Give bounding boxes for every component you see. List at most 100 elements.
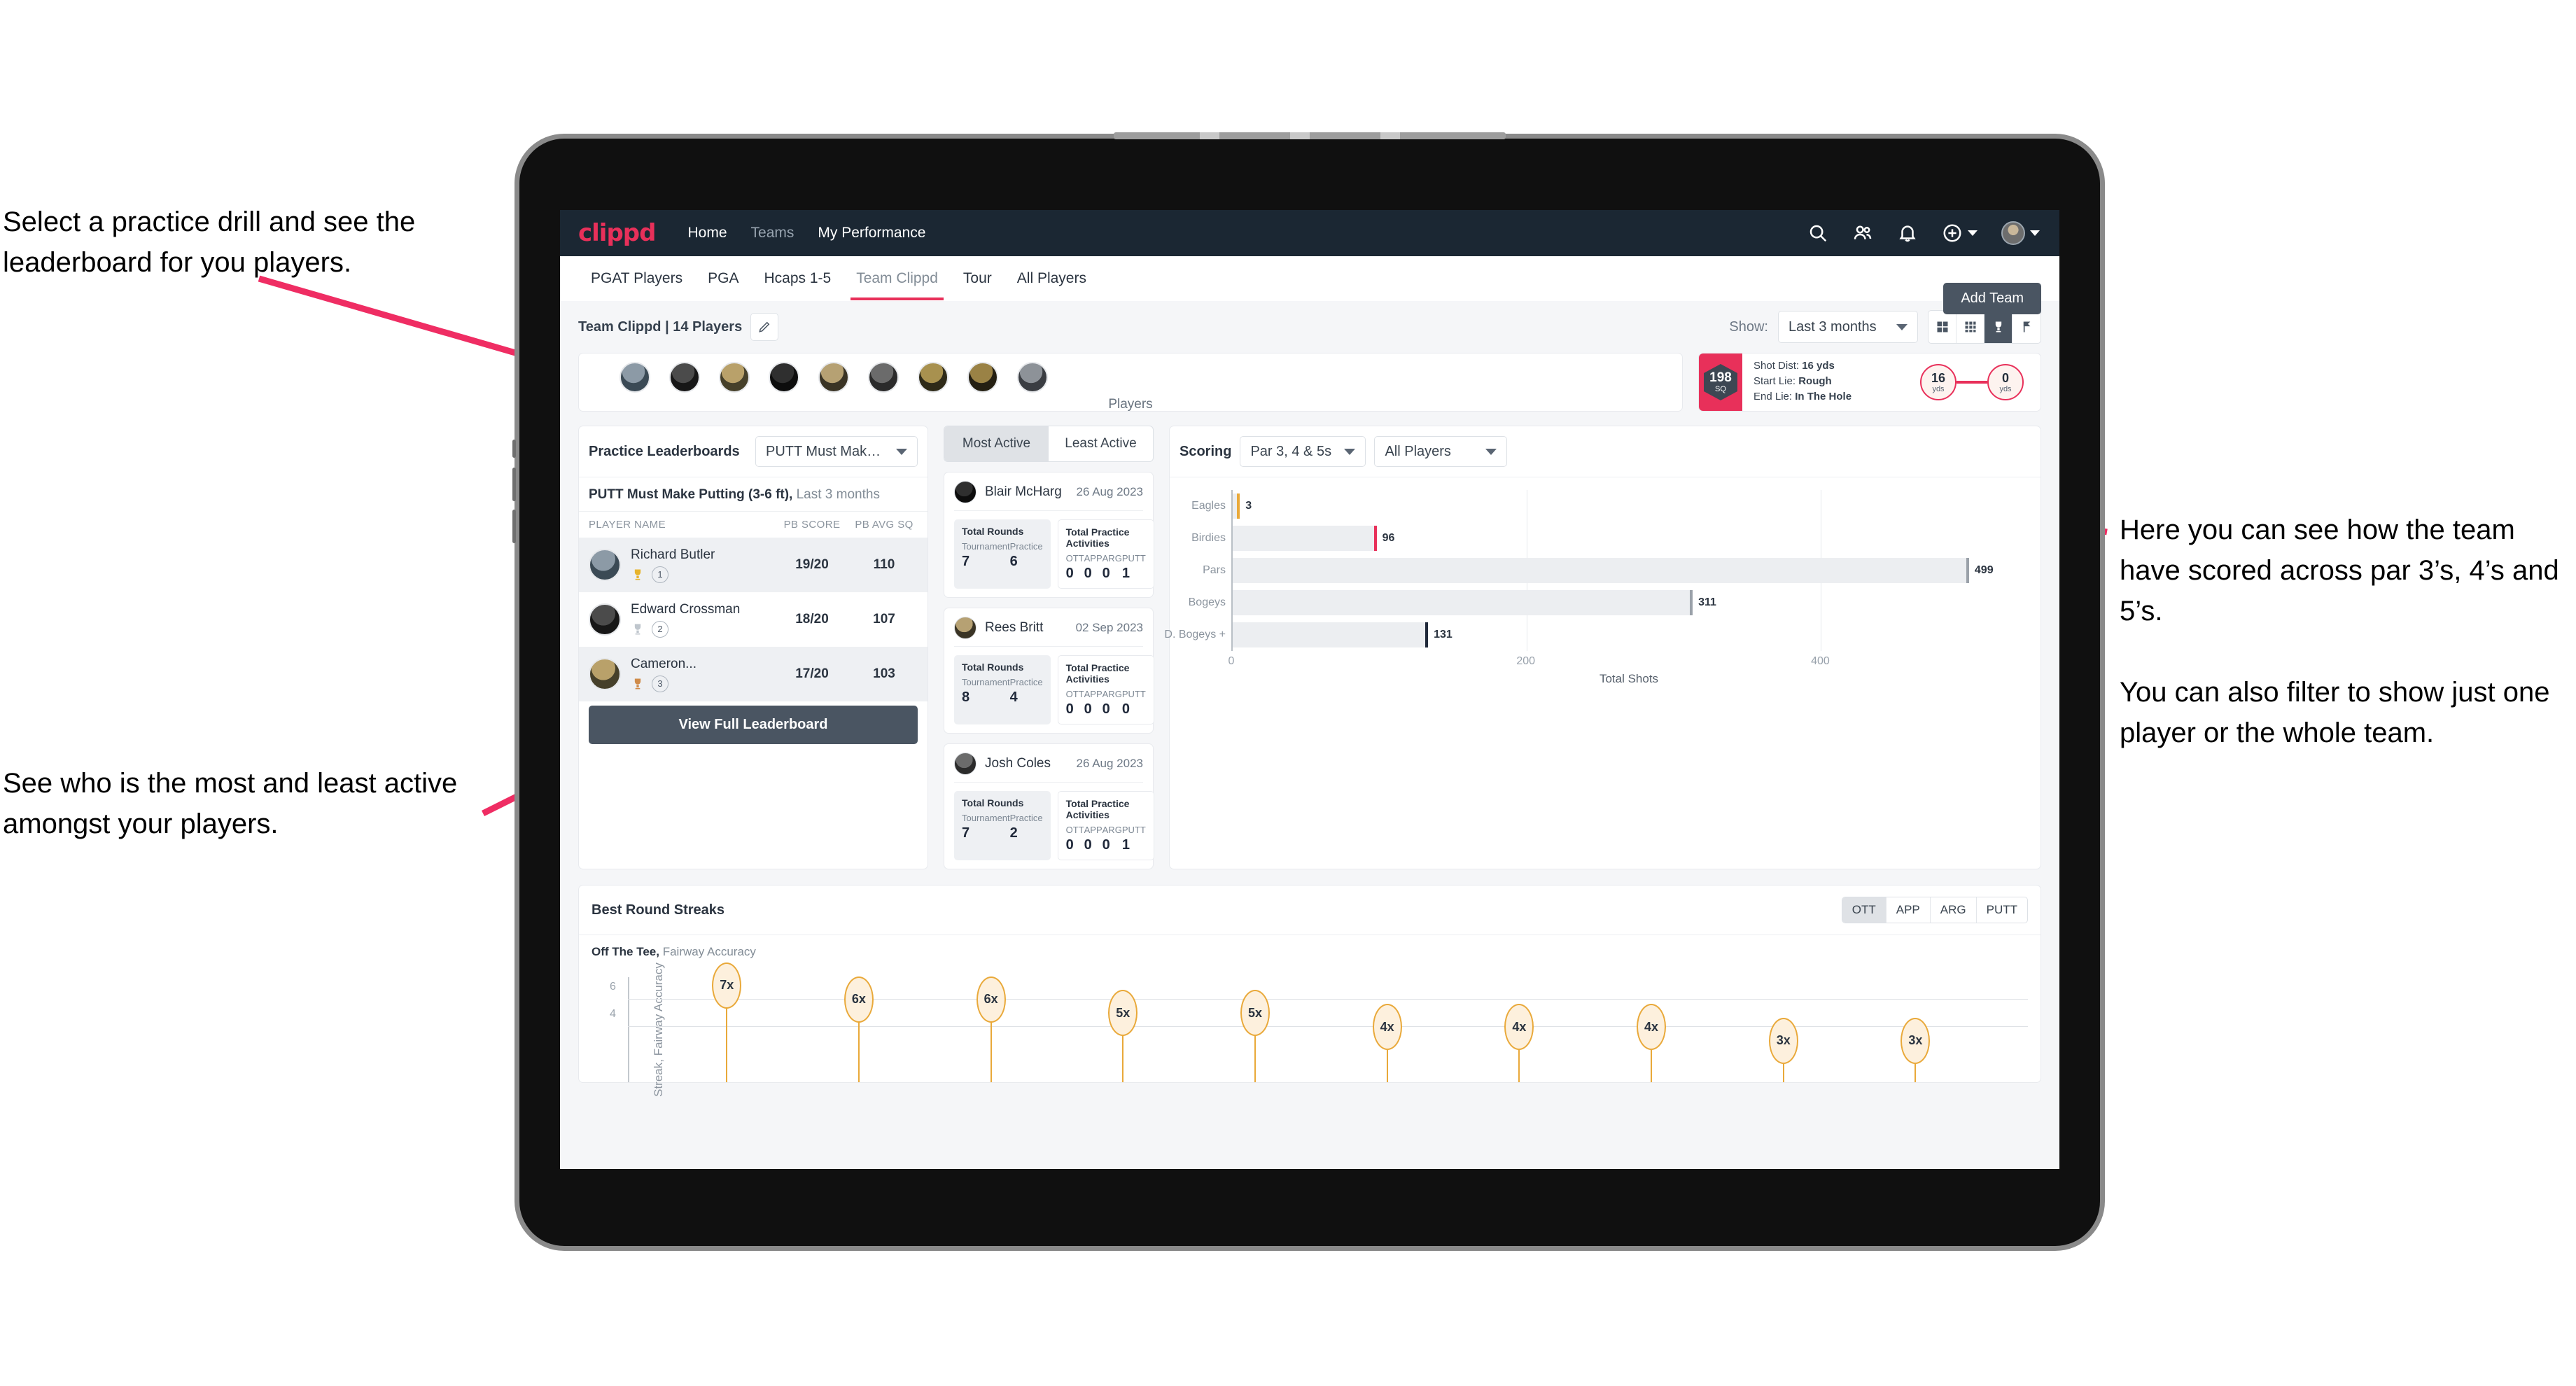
streak-bubble: 4x (1504, 1004, 1534, 1051)
chart-bar-row: D. Bogeys + 131 (1164, 619, 2026, 651)
streaks-segment-putt[interactable]: PUTT (1977, 897, 2027, 923)
table-row[interactable]: Edward Crossman 2 18/20 107 (579, 592, 927, 647)
total-practice-title: Total Practice Activities (1065, 526, 1130, 549)
edit-team-button[interactable] (750, 313, 779, 341)
player-name: Josh Coles (985, 756, 1051, 771)
tab-all-players[interactable]: All Players (1004, 257, 1099, 300)
clippd-logo[interactable]: clippd (578, 219, 656, 247)
tab-pgat-players[interactable]: PGAT Players (578, 257, 695, 300)
total-rounds-title: Total Rounds (962, 662, 1024, 673)
device-button-2 (512, 468, 516, 501)
streak-lollipop[interactable]: 4x (1372, 1004, 1402, 1082)
streak-lollipop[interactable]: 6x (844, 976, 874, 1082)
streak-lollipop[interactable]: 4x (1504, 1004, 1534, 1082)
list-item[interactable]: Rees Britt 02 Sep 2023 Total Rounds Tournam… (944, 608, 1154, 734)
activity-player-header: Blair McHarg 26 Aug 2023 (954, 481, 1143, 510)
view-mode-flag[interactable] (2012, 311, 2040, 343)
view-mode-grid-small[interactable] (1956, 311, 1984, 343)
player-avatar[interactable] (868, 362, 899, 393)
pb-avg-sq: 107 (873, 612, 895, 626)
nav-link-teams[interactable]: Teams (751, 225, 794, 241)
list-item[interactable]: Blair McHarg 26 Aug 2023 Total Rounds Tourn… (944, 472, 1154, 598)
drill-select[interactable]: PUTT Must Make Putting ... (755, 436, 918, 467)
add-team-button[interactable]: Add Team (1943, 283, 2041, 314)
par-filter-select[interactable]: Par 3, 4 & 5s (1240, 436, 1366, 467)
stat-arg: ARG 0 (1102, 553, 1122, 582)
player-avatar[interactable] (918, 362, 948, 393)
show-range-select[interactable]: Last 3 months (1778, 311, 1918, 343)
start-distance-marker: 16 yds (1920, 364, 1956, 400)
tab-least-active[interactable]: Least Active (1049, 426, 1153, 461)
column-pb-score: PB SCORE (783, 519, 841, 531)
player-filter-select[interactable]: All Players (1374, 436, 1508, 467)
user-menu[interactable] (2001, 221, 2040, 245)
tab-hcaps-1-5[interactable]: Hcaps 1-5 (751, 257, 844, 300)
add-menu[interactable] (1942, 223, 1977, 244)
bell-icon[interactable] (1897, 223, 1918, 244)
stat-putt: PUTT 0 (1122, 689, 1146, 718)
stat-value: 0 (1121, 701, 1130, 717)
annotation-top-left: Select a practice drill and see the lead… (3, 206, 416, 278)
nav-link-my-performance[interactable]: My Performance (818, 225, 925, 241)
avatar[interactable] (2001, 221, 2025, 245)
view-full-leaderboard-button[interactable]: View Full Leaderboard (589, 706, 918, 744)
stat-value: 0 (1084, 701, 1092, 717)
leaderboard-subtitle-rest: Last 3 months (792, 487, 880, 502)
end-yards-unit: yds (1999, 384, 2012, 393)
view-mode-grid-large[interactable] (1928, 311, 1956, 343)
player-avatar[interactable] (1017, 362, 1048, 393)
stat-ott: OTT 0 (1066, 825, 1084, 853)
chevron-down-icon (1344, 448, 1356, 455)
streak-lollipop[interactable]: 3x (1768, 1017, 1798, 1082)
streaks-segment-ott[interactable]: OTT (1842, 897, 1886, 923)
player-avatar[interactable] (620, 362, 650, 393)
streaks-segment-arg[interactable]: ARG (1931, 897, 1977, 923)
stat-value: 0 (1084, 837, 1092, 853)
start-lie-line: Start Lie: Rough (1754, 374, 1851, 389)
plus-circle-icon[interactable] (1942, 223, 1963, 244)
tab-tour[interactable]: Tour (951, 257, 1004, 300)
streak-lollipop[interactable]: 5x (1108, 990, 1138, 1082)
table-row[interactable]: Cameron... 3 17/20 103 (579, 647, 927, 701)
players-caption: Players (1108, 397, 1153, 412)
avatar (954, 617, 976, 639)
streak-lollipop[interactable]: 7x (712, 962, 742, 1082)
trophy-icon (634, 624, 641, 634)
stat-label: Tournament (962, 541, 1010, 552)
par-filter-value: Par 3, 4 & 5s (1250, 443, 1332, 459)
table-row[interactable]: Richard Butler 1 19/20 110 (579, 538, 927, 592)
streaks-subtitle: Off The Tee, Fairway Accuracy (579, 934, 2040, 959)
player-avatar[interactable] (719, 362, 750, 393)
people-icon[interactable] (1852, 223, 1873, 244)
x-axis-tick: 400 (1811, 655, 1830, 667)
search-icon[interactable] (1807, 223, 1828, 244)
player-avatar[interactable] (669, 362, 700, 393)
show-range-value: Last 3 months (1788, 318, 1877, 335)
streak-lollipop[interactable]: 4x (1637, 1004, 1667, 1082)
total-rounds-title: Total Rounds (962, 526, 1024, 537)
pb-avg-sq: 103 (873, 666, 895, 681)
stat-label: PUTT (1121, 553, 1146, 564)
stat-app: APP 0 (1084, 553, 1102, 582)
streaks-segment-app[interactable]: APP (1886, 897, 1931, 923)
tab-most-active[interactable]: Most Active (944, 426, 1049, 461)
streak-lollipop[interactable]: 3x (1900, 1017, 1931, 1082)
pb-score: 18/20 (795, 612, 829, 626)
player-avatar[interactable] (769, 362, 799, 393)
view-mode-trophy[interactable] (1984, 311, 2012, 343)
stat-value: 0 (1084, 566, 1092, 581)
list-item[interactable]: Josh Coles 26 Aug 2023 Total Rounds Tournam… (944, 743, 1154, 869)
total-rounds-box: Total Rounds Tournament 8 Practice 4 (954, 655, 1051, 724)
rank-badge: 2 (652, 620, 668, 638)
tab-pga[interactable]: PGA (695, 257, 751, 300)
chevron-down-icon (2030, 230, 2040, 236)
streak-lollipop[interactable]: 6x (976, 976, 1006, 1082)
nav-link-home[interactable]: Home (687, 225, 727, 241)
player-avatar[interactable] (818, 362, 849, 393)
streak-lollipop[interactable]: 5x (1240, 990, 1270, 1082)
player-avatar[interactable] (967, 362, 998, 393)
streaks-y-axis-label: Streak, Fairway Accuracy (651, 962, 665, 1097)
stat-label: APP (1084, 689, 1102, 699)
streaks-subtitle-bold: Off The Tee, (592, 945, 659, 958)
tab-team-clippd[interactable]: Team Clippd (844, 257, 951, 300)
